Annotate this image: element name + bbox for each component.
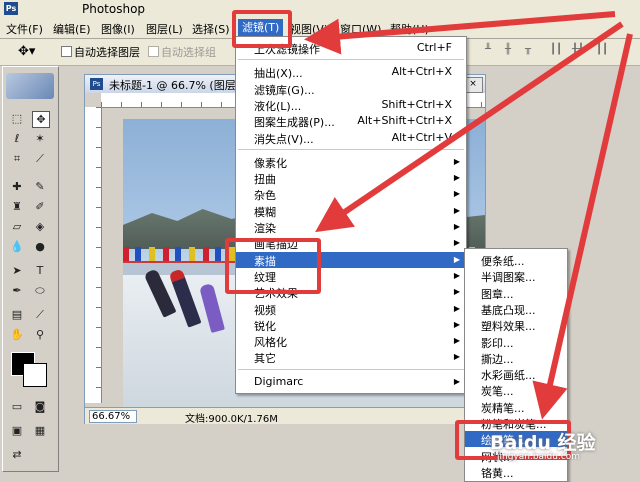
arrow-to-sketch [315, 21, 624, 233]
baidu-watermark: Baidu 经验 [490, 432, 596, 454]
watermark-url: jingyan.baidu.com [497, 452, 581, 462]
arrow-to-filter-menu [304, 11, 616, 55]
annotation-arrows [304, 11, 633, 420]
arrow-to-submenu-item [532, 33, 633, 420]
